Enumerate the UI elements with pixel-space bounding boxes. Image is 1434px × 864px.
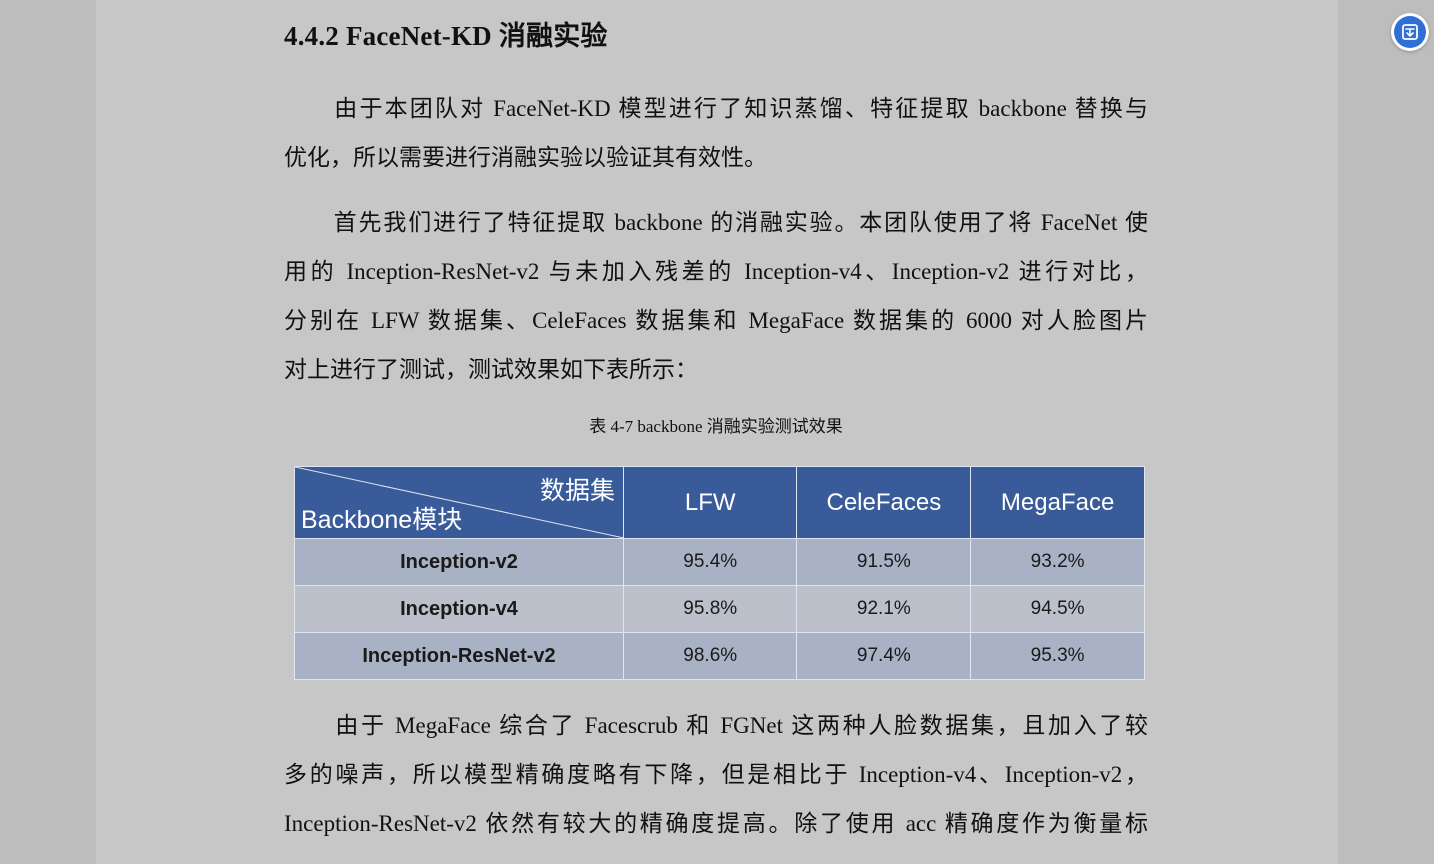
paragraph-backbone: 首先我们进行了特征提取 backbone 的消融实验。本团队使用了将 FaceN…	[284, 198, 1148, 394]
paragraph-line: 用的 Inception-ResNet-v2 与未加入残差的 Inception…	[284, 259, 1148, 284]
table-header-row: 数据集 Backbone模块 LFW CeleFaces MegaFace	[294, 466, 1145, 539]
table-cell: 95.8%	[622, 585, 798, 633]
document-page: 4.4.2 FaceNet-KD 消融实验 由于本团队对 FaceNet-KD …	[96, 0, 1338, 864]
section-heading: 4.4.2 FaceNet-KD 消融实验	[284, 21, 608, 51]
corner-label-backbone: Backbone模块	[301, 506, 463, 534]
table-cell: 95.4%	[622, 538, 798, 586]
table-corner-cell: 数据集 Backbone模块	[294, 466, 624, 539]
paragraph-megaface: 由于 MegaFace 综合了 Facescrub 和 FGNet 这两种人脸数…	[284, 701, 1148, 848]
table-cell: 98.6%	[622, 632, 798, 680]
column-header: MegaFace	[970, 466, 1145, 539]
paragraph-line: 优化，所以需要进行消融实验以验证其有效性。	[284, 145, 767, 170]
paragraph-line: 多的噪声，所以模型精确度略有下降，但是相比于 Inception-v4、Ince…	[284, 762, 1148, 787]
paragraph-line: 分别在 LFW 数据集、CeleFaces 数据集和 MegaFace 数据集的…	[284, 308, 1148, 333]
table-cell: 92.1%	[796, 585, 972, 633]
paragraph-line: 对上进行了测试，测试效果如下表所示：	[284, 357, 698, 382]
row-header: Inception-v4	[294, 585, 624, 633]
paragraph-line: 由于本团队对 FaceNet-KD 模型进行了知识蒸馏、特征提取 backbon…	[284, 96, 1148, 121]
table-cell: 94.5%	[970, 585, 1145, 633]
column-header: CeleFaces	[796, 466, 972, 539]
table-caption: 表 4-7 backbone 消融实验测试效果	[589, 417, 843, 436]
paragraph-line: Inception-ResNet-v2 依然有较大的精确度提高。除了使用 acc…	[284, 811, 1148, 836]
translate-icon	[1394, 16, 1426, 48]
table-cell: 95.3%	[970, 632, 1145, 680]
table-row: Inception-ResNet-v2 98.6% 97.4% 95.3%	[294, 632, 1145, 680]
table-cell: 97.4%	[796, 632, 972, 680]
corner-label-dataset: 数据集	[539, 477, 615, 505]
results-table: 数据集 Backbone模块 LFW CeleFaces MegaFace In…	[294, 466, 1145, 680]
paragraph-line: 由于 MegaFace 综合了 Facescrub 和 FGNet 这两种人脸数…	[284, 713, 1148, 738]
paragraph-line: 首先我们进行了特征提取 backbone 的消融实验。本团队使用了将 FaceN…	[284, 210, 1148, 235]
table-row: Inception-v4 95.8% 92.1% 94.5%	[294, 585, 1145, 633]
table-row: Inception-v2 95.4% 91.5% 93.2%	[294, 538, 1145, 586]
table-cell: 91.5%	[796, 538, 972, 586]
row-header: Inception-ResNet-v2	[294, 632, 624, 680]
row-header: Inception-v2	[294, 538, 624, 586]
column-header: LFW	[622, 466, 798, 539]
document-viewer: 4.4.2 FaceNet-KD 消融实验 由于本团队对 FaceNet-KD …	[0, 0, 1434, 864]
paragraph-intro: 由于本团队对 FaceNet-KD 模型进行了知识蒸馏、特征提取 backbon…	[284, 84, 1148, 182]
table-cell: 93.2%	[970, 538, 1145, 586]
translate-button[interactable]	[1391, 13, 1429, 51]
